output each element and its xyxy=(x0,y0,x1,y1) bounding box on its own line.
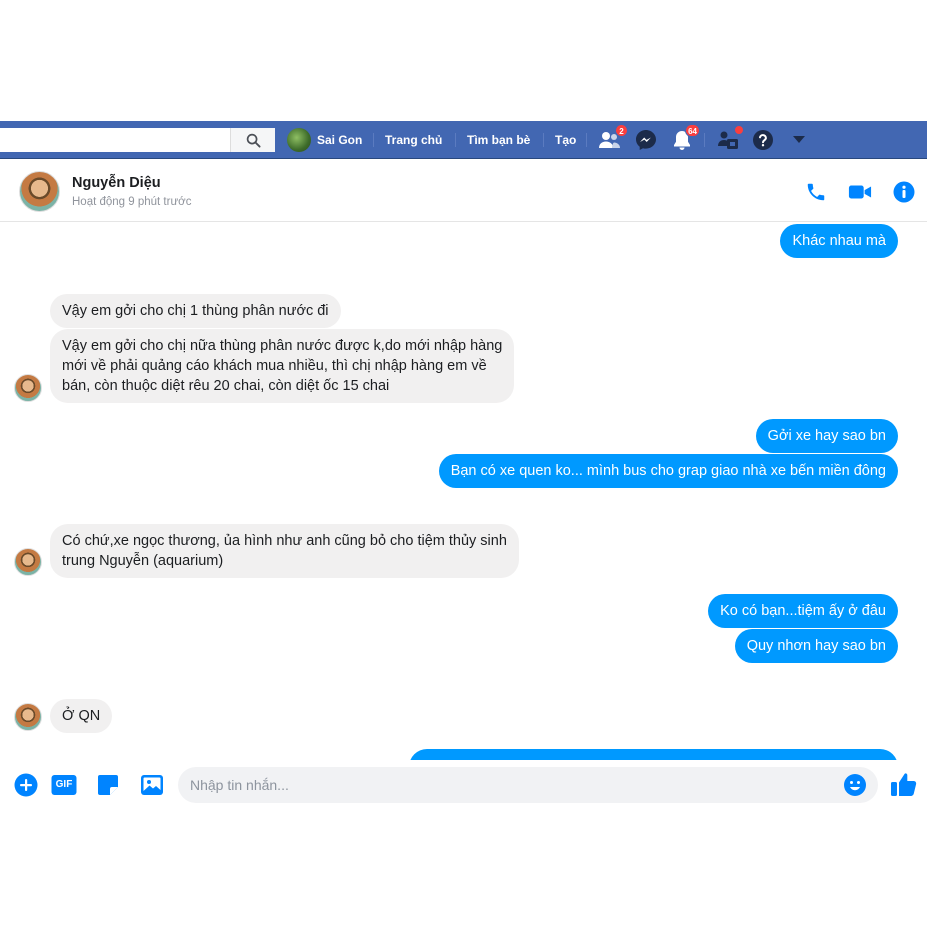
send-like-button[interactable] xyxy=(890,770,918,798)
divider xyxy=(455,133,456,147)
nav-find-friends[interactable]: Tìm bạn bè xyxy=(467,121,530,159)
top-navigation-bar: Sai Gon Trang chủ Tìm bạn bè Tạo 2 64 xyxy=(0,121,927,159)
divider xyxy=(373,133,374,147)
account-menu-button[interactable] xyxy=(786,127,812,153)
message-text-line: mới về phải quảng cáo khách mua nhiều, t… xyxy=(62,358,487,374)
conversation-info-button[interactable] xyxy=(892,180,916,204)
voice-call-button[interactable] xyxy=(804,180,828,204)
message-composer: GIF xyxy=(0,760,927,810)
message-outgoing[interactable]: Ko có bạn...tiệm ấy ở đâu xyxy=(708,594,898,628)
divider xyxy=(586,133,587,147)
emoji-button[interactable] xyxy=(843,773,867,797)
messenger-window: Sai Gon Trang chủ Tìm bạn bè Tạo 2 64 Ng… xyxy=(0,0,927,927)
emoji-icon xyxy=(844,774,866,796)
message-text-line: bán, còn thuộc diệt rêu 20 chai, còn diệ… xyxy=(62,378,390,394)
search-button[interactable] xyxy=(230,128,275,152)
message-outgoing[interactable]: Gởi xe hay sao bn xyxy=(755,419,898,453)
info-icon xyxy=(893,181,915,203)
nav-home[interactable]: Trang chủ xyxy=(385,121,442,159)
contact-avatar-small[interactable] xyxy=(14,374,42,402)
divider xyxy=(704,133,705,147)
phone-icon xyxy=(807,183,825,201)
message-incoming[interactable]: Ở QN xyxy=(50,699,113,733)
sticker-button[interactable] xyxy=(96,773,120,797)
message-text: Gởi xe hay sao bn xyxy=(767,428,886,444)
message-incoming[interactable]: Vậy em gởi cho chị nữa thùng phân nước đ… xyxy=(50,329,515,403)
search-icon xyxy=(246,133,261,148)
friend-requests-button[interactable]: 2 xyxy=(597,124,628,153)
message-text-line: Có chứ,xe ngọc thương, ủa hình như anh c… xyxy=(62,533,507,549)
friend-requests-badge: 2 xyxy=(615,124,628,137)
message-text: Khác nhau mà xyxy=(792,233,886,249)
message-text: Bạn có xe quen ko... mình bus cho grap g… xyxy=(450,463,886,479)
more-actions-button[interactable] xyxy=(14,773,38,797)
contact-avatar[interactable] xyxy=(19,171,60,212)
message-outgoing[interactable]: Quy nhơn hay sao bn xyxy=(734,629,898,663)
quick-help-button[interactable] xyxy=(715,125,744,153)
divider xyxy=(543,133,544,147)
message-list[interactable]: Khác nhau mà Vậy em gởi cho chị 1 thùng … xyxy=(0,222,927,760)
contact-status: Hoạt động 9 phút trước xyxy=(72,196,192,208)
contact-avatar-small[interactable] xyxy=(14,548,42,576)
message-outgoing[interactable]: Bạn có xe quen ko... mình bus cho grap g… xyxy=(438,454,898,488)
photo-icon xyxy=(141,775,163,795)
video-call-button[interactable] xyxy=(848,180,872,204)
profile-avatar xyxy=(287,128,311,152)
contact-name[interactable]: Nguyễn Diệu xyxy=(72,175,161,191)
add-icon xyxy=(14,773,38,797)
message-text: Ở QN xyxy=(62,708,101,724)
message-text-line: Vậy em gởi cho chị nữa thùng phân nước đ… xyxy=(62,338,503,354)
sticker-icon xyxy=(98,775,118,795)
message-incoming[interactable]: Có chứ,xe ngọc thương, ủa hình như anh c… xyxy=(50,524,519,578)
message-text-line: trung Nguyễn (aquarium) xyxy=(62,553,224,569)
contact-avatar-small[interactable] xyxy=(14,703,42,731)
profile-link[interactable]: Sai Gon xyxy=(287,121,362,159)
messenger-button[interactable] xyxy=(633,127,659,153)
caret-down-icon xyxy=(793,136,805,143)
nav-create-label: Tạo xyxy=(555,133,577,147)
message-text: Quy nhơn hay sao bn xyxy=(746,638,886,654)
notifications-badge: 64 xyxy=(685,124,700,137)
help-button[interactable] xyxy=(750,127,776,153)
search-input[interactable] xyxy=(0,128,275,152)
help-icon xyxy=(753,130,773,150)
nav-home-label: Trang chủ xyxy=(385,133,443,147)
chat-header: Nguyễn Diệu Hoạt động 9 phút trước xyxy=(0,160,927,222)
message-outgoing[interactable]: Khác nhau mà xyxy=(780,224,898,258)
message-text: Vậy em gởi cho chị 1 thùng phân nước đi xyxy=(62,303,329,319)
like-icon xyxy=(891,773,917,796)
profile-name: Sai Gon xyxy=(317,133,363,147)
quick-help-badge xyxy=(734,125,744,135)
notifications-button[interactable]: 64 xyxy=(669,124,700,153)
messenger-icon xyxy=(636,130,656,150)
gif-label: GIF xyxy=(55,779,73,790)
message-incoming[interactable]: Vậy em gởi cho chị 1 thùng phân nước đi xyxy=(50,294,341,328)
nav-create[interactable]: Tạo xyxy=(555,121,576,159)
video-call-icon xyxy=(848,185,872,199)
message-input[interactable] xyxy=(178,767,878,803)
nav-find-friends-label: Tìm bạn bè xyxy=(467,133,531,147)
message-outgoing-partial[interactable] xyxy=(409,749,898,760)
message-text: Ko có bạn...tiệm ấy ở đâu xyxy=(720,603,886,619)
photo-button[interactable] xyxy=(140,773,164,797)
gif-button[interactable]: GIF xyxy=(51,773,77,797)
